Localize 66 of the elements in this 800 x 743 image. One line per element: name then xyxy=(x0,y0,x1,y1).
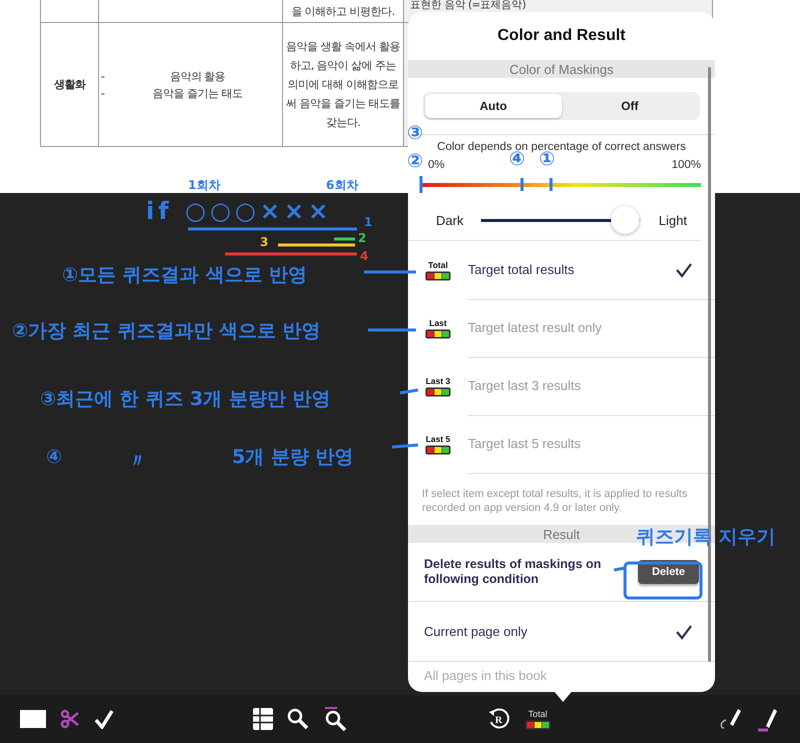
range-number: 2 xyxy=(358,232,366,244)
results-badge-label[interactable]: Total xyxy=(528,708,548,718)
section-header: Color of Maskings xyxy=(408,60,715,78)
checkmark-icon xyxy=(675,262,693,278)
circled-number: ③ xyxy=(407,124,424,143)
battery-icon xyxy=(524,720,551,730)
scissors-icon[interactable] xyxy=(60,709,80,729)
mode-tab[interactable]: Off xyxy=(562,94,698,118)
scale-max-label: 100% xyxy=(672,159,701,171)
search-icon[interactable] xyxy=(323,706,348,732)
leader-line xyxy=(364,270,416,274)
range-line xyxy=(334,238,355,240)
table-cell-text: 음악을 즐기는 태도 xyxy=(152,86,244,100)
popover-title: Color and Result xyxy=(496,26,626,46)
handwritten-note: ②가장 최근 퀴즈결과만 색으로 반영 xyxy=(12,322,321,341)
range-number: 1 xyxy=(364,216,372,228)
option-label[interactable]: Target total results xyxy=(468,262,675,277)
badge-label: Last xyxy=(429,318,447,328)
scale-tick xyxy=(550,178,552,191)
range-number: 4 xyxy=(360,250,368,262)
handwritten-note: 〃 xyxy=(128,452,147,471)
table-cell: 생활화 xyxy=(54,78,86,91)
circled-number: ④ xyxy=(509,150,526,169)
scale-tick xyxy=(420,176,422,193)
leader-line xyxy=(614,566,626,572)
leader-line xyxy=(392,444,418,448)
handwritten-note: 1회차 xyxy=(188,179,220,191)
search-icon[interactable] xyxy=(287,708,310,730)
checkmark-icon[interactable] xyxy=(94,709,114,729)
handwritten-note: ①모든 퀴즈결과 색으로 반영 xyxy=(62,266,307,285)
badge-label: Last 3 xyxy=(426,376,450,386)
option-label[interactable]: Current page only xyxy=(424,624,675,639)
footnote-text: If select item except total results, it is applied to results recorded on app version 4.9 or later only. xyxy=(421,487,688,516)
leader-line xyxy=(368,328,416,332)
handwritten-note: ④ xyxy=(46,448,62,467)
pen-icon[interactable] xyxy=(756,706,780,732)
badge-label: Total xyxy=(428,260,448,270)
battery-icon xyxy=(425,328,451,338)
scale-caption: Color depends on percentage of correct answers xyxy=(437,141,686,153)
bullet-dash: - xyxy=(101,70,106,82)
battery-icon xyxy=(425,270,451,280)
circled-number: ② xyxy=(407,152,424,171)
scale-tick xyxy=(520,178,524,191)
handwritten-note: if ○○○××× xyxy=(146,199,332,223)
battery-icon xyxy=(425,386,451,396)
scale-min-label: 0% xyxy=(428,159,445,171)
leader-line xyxy=(400,388,418,394)
handwritten-note: 퀴즈기록 지우기 xyxy=(636,528,776,547)
battery-icon xyxy=(425,444,451,454)
handwritten-note: 5개 분량 반영 xyxy=(232,448,354,467)
table-cell-text: 음악을 생활 속에서 활용하고, 음악이 삶에 주는 의미에 대해 이해함으로써 음악을 즐기는 태도를 갖는다. xyxy=(285,39,401,131)
checkmark-icon xyxy=(675,624,693,640)
range-number: 3 xyxy=(260,236,268,248)
badge-label: Last 5 xyxy=(426,434,450,444)
slider-thumb[interactable] xyxy=(610,206,639,234)
bullet-dash: - xyxy=(101,86,106,100)
table-cell-text: 을 이해하고 비평한다. xyxy=(290,4,396,20)
circled-number: ① xyxy=(539,150,556,169)
delete-prompt: Delete results of maskings on following condition xyxy=(424,557,602,587)
grid-icon[interactable] xyxy=(253,708,274,730)
slider-max-label: Light xyxy=(658,212,687,228)
handwritten-note: 6회차 xyxy=(326,179,358,191)
mode-tab[interactable]: Auto xyxy=(425,94,562,118)
slider-min-label: Dark xyxy=(436,212,464,228)
handwritten-note: ③최근에 한 퀴즈 3개 분량만 반영 xyxy=(40,390,330,409)
table-cell-text: 음악의 활용 xyxy=(168,68,226,84)
